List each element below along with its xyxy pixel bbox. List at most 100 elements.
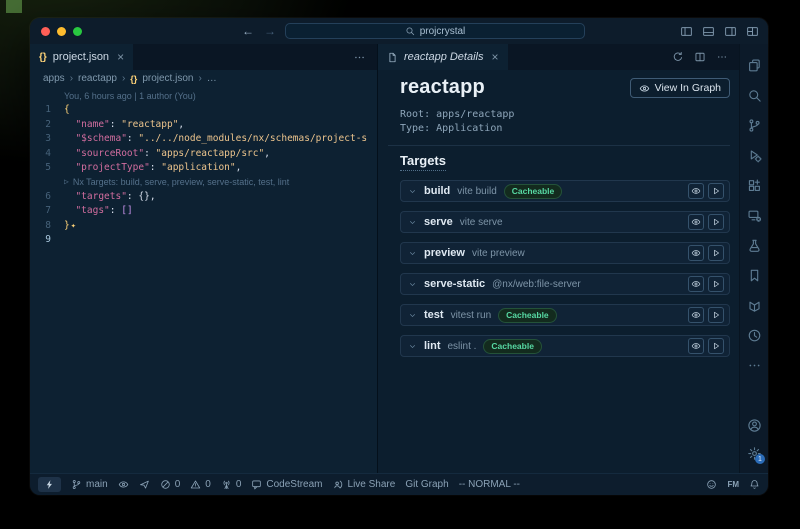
explorer-icon[interactable] bbox=[740, 50, 768, 80]
settings-gear-icon[interactable]: 1 bbox=[740, 439, 768, 467]
thunder-client-item[interactable] bbox=[139, 479, 150, 490]
target-row-preview[interactable]: previewvite preview bbox=[400, 242, 730, 264]
titlebar[interactable]: ← → projcrystal bbox=[30, 18, 768, 44]
tabbar-right: reactapp Details × bbox=[378, 44, 739, 70]
maximize-window-button[interactable] bbox=[73, 27, 82, 36]
problems-errors[interactable]: 0 bbox=[160, 479, 181, 490]
more-actions-icon[interactable] bbox=[353, 51, 366, 64]
type-value: Application bbox=[436, 123, 502, 134]
chevron-down-icon[interactable] bbox=[408, 280, 417, 289]
breadcrumb-item[interactable]: apps bbox=[43, 73, 65, 84]
status-bar: main000CodeStreamLive ShareGit Graph-- N… bbox=[30, 473, 768, 495]
feedback-smiley-icon[interactable] bbox=[706, 479, 717, 490]
target-command: @nx/web:file-server bbox=[492, 279, 581, 290]
target-actions bbox=[688, 307, 724, 323]
chevron-down-icon[interactable] bbox=[408, 311, 417, 320]
search-icon bbox=[405, 26, 415, 36]
target-row-test[interactable]: testvitest runCacheable bbox=[400, 304, 730, 326]
customize-layout-icon[interactable] bbox=[746, 25, 759, 38]
notifications-bell-icon[interactable] bbox=[749, 479, 760, 490]
json-file-icon: {} bbox=[130, 74, 137, 84]
navigate-forward-icon[interactable]: → bbox=[264, 24, 276, 38]
timeline-icon[interactable] bbox=[740, 320, 768, 350]
extensions-icon[interactable] bbox=[740, 170, 768, 200]
breadcrumb-item[interactable]: project.json bbox=[142, 73, 193, 84]
code-token: "../../node_modules/nx/schemas/project-s bbox=[138, 132, 367, 146]
target-name: preview bbox=[424, 247, 465, 259]
command-center-search[interactable]: projcrystal bbox=[285, 23, 585, 39]
navigate-back-icon[interactable]: ← bbox=[242, 24, 254, 38]
target-run-button[interactable] bbox=[708, 245, 724, 261]
layout-sidebar-left-icon[interactable] bbox=[680, 25, 693, 38]
target-eye-button[interactable] bbox=[688, 338, 704, 354]
code-token: "reactapp" bbox=[121, 118, 178, 132]
nx-console-icon[interactable] bbox=[740, 290, 768, 320]
target-eye-button[interactable] bbox=[688, 307, 704, 323]
tab-label: project.json bbox=[53, 51, 109, 63]
target-name: serve bbox=[424, 216, 453, 228]
line-number: 2 bbox=[30, 118, 64, 132]
target-run-button[interactable] bbox=[708, 214, 724, 230]
editor-actions-right bbox=[508, 44, 739, 70]
ports-item[interactable]: 0 bbox=[221, 479, 242, 490]
testing-icon[interactable] bbox=[740, 230, 768, 260]
minimize-window-button[interactable] bbox=[57, 27, 66, 36]
status-label: Git Graph bbox=[405, 479, 448, 490]
git-branch-item[interactable]: main bbox=[71, 479, 108, 490]
target-eye-button[interactable] bbox=[688, 276, 704, 292]
code-editor[interactable]: You, 6 hours ago | 1 author (You)1{2 "na… bbox=[30, 87, 377, 473]
chevron-down-icon[interactable] bbox=[408, 187, 417, 196]
line-number: 7 bbox=[30, 204, 64, 218]
target-eye-button[interactable] bbox=[688, 183, 704, 199]
target-command: vite serve bbox=[460, 217, 503, 228]
bolt-icon bbox=[44, 479, 55, 490]
git-graph-item[interactable]: Git Graph bbox=[405, 479, 448, 490]
chevron-down-icon[interactable] bbox=[408, 342, 417, 351]
fm-indicator[interactable]: FM bbox=[727, 480, 739, 489]
vim-mode-indicator[interactable]: -- NORMAL -- bbox=[459, 479, 520, 490]
target-row-build[interactable]: buildvite buildCacheable bbox=[400, 180, 730, 202]
target-run-button[interactable] bbox=[708, 307, 724, 323]
more-actions-icon[interactable] bbox=[716, 51, 728, 63]
gitlens-blame-lens[interactable]: You, 6 hours ago | 1 author (You) bbox=[30, 89, 377, 103]
breadcrumb-item[interactable]: … bbox=[207, 73, 217, 84]
chevron-down-icon[interactable] bbox=[408, 249, 417, 258]
target-run-button[interactable] bbox=[708, 338, 724, 354]
tab-reactapp-details[interactable]: reactapp Details × bbox=[378, 44, 508, 70]
target-eye-button[interactable] bbox=[688, 245, 704, 261]
target-row-serve[interactable]: serve vite serve bbox=[400, 211, 730, 233]
close-tab-icon[interactable]: × bbox=[117, 50, 124, 64]
target-row-lint[interactable]: linteslint .Cacheable bbox=[400, 335, 730, 357]
split-editor-icon[interactable] bbox=[694, 51, 706, 63]
chevron-down-icon[interactable] bbox=[408, 218, 417, 227]
target-row-serve-static[interactable]: serve-static@nx/web:file-server bbox=[400, 273, 730, 295]
search-icon[interactable] bbox=[740, 80, 768, 110]
accounts-icon[interactable] bbox=[740, 411, 768, 439]
tab-project-json[interactable]: {} project.json × bbox=[30, 44, 133, 70]
remote-indicator[interactable] bbox=[38, 477, 61, 492]
codestream-item[interactable]: CodeStream bbox=[251, 479, 322, 490]
live-share-item[interactable]: Live Share bbox=[333, 479, 396, 490]
gitlens-blame-toggle[interactable] bbox=[118, 479, 129, 490]
close-window-button[interactable] bbox=[41, 27, 50, 36]
more-views-icon[interactable] bbox=[740, 350, 768, 380]
target-eye-button[interactable] bbox=[688, 214, 704, 230]
target-run-button[interactable] bbox=[708, 276, 724, 292]
bookmarks-icon[interactable] bbox=[740, 260, 768, 290]
source-control-icon[interactable] bbox=[740, 110, 768, 140]
target-run-button[interactable] bbox=[708, 183, 724, 199]
refresh-icon[interactable] bbox=[672, 51, 684, 63]
problems-warnings[interactable]: 0 bbox=[190, 479, 211, 490]
layout-sidebar-right-icon[interactable] bbox=[724, 25, 737, 38]
code-token: "tags" bbox=[64, 204, 110, 218]
nx-targets-code-lens[interactable]: ▷Nx Targets: build, serve, preview, serv… bbox=[30, 175, 377, 189]
run-debug-icon[interactable] bbox=[740, 140, 768, 170]
cacheable-badge: Cacheable bbox=[498, 308, 557, 323]
remote-explorer-icon[interactable] bbox=[740, 200, 768, 230]
view-in-graph-button[interactable]: View In Graph bbox=[630, 78, 730, 98]
close-tab-icon[interactable]: × bbox=[492, 50, 499, 64]
layout-panel-icon[interactable] bbox=[702, 25, 715, 38]
breadcrumb-item[interactable]: reactapp bbox=[78, 73, 117, 84]
titlebar-layout-controls bbox=[680, 18, 759, 44]
target-actions bbox=[688, 183, 724, 199]
